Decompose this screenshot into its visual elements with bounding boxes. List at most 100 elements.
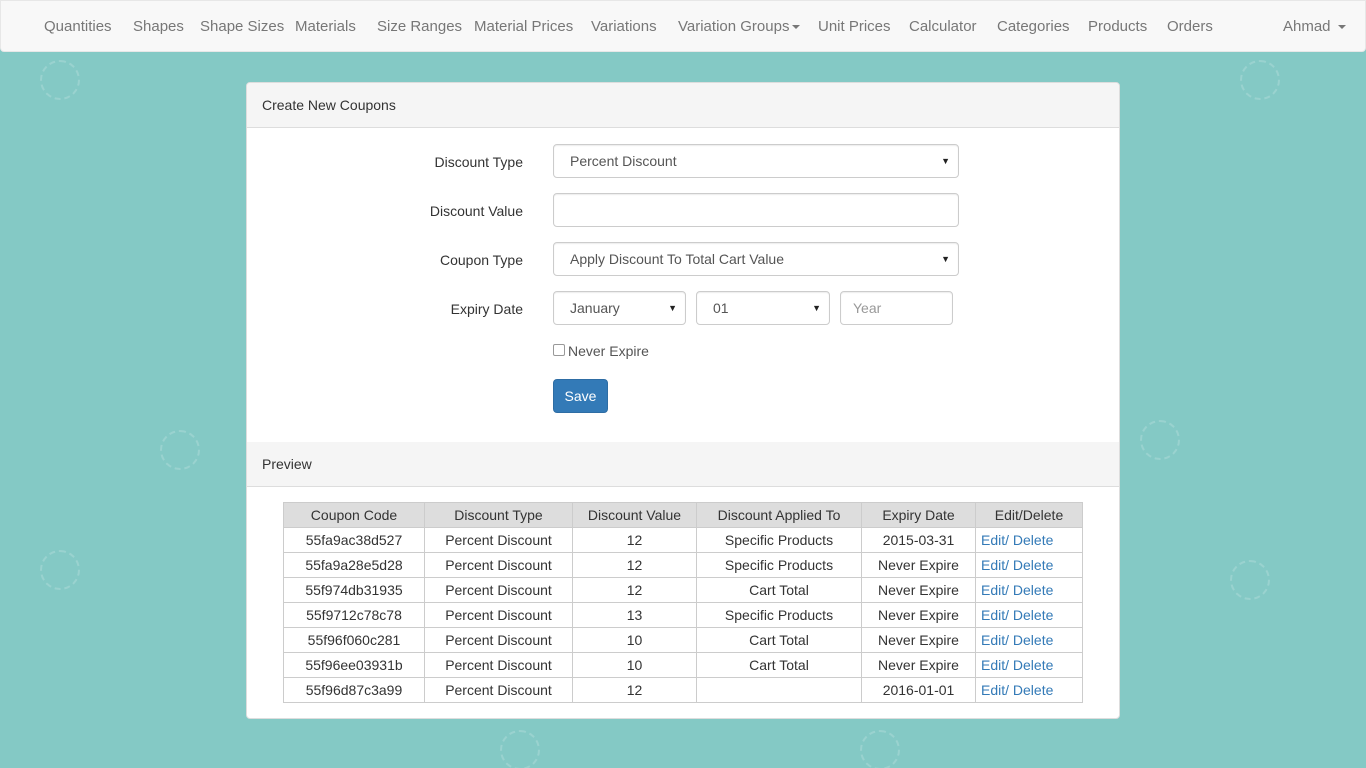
cell-expiry-date: Never Expire (861, 577, 976, 603)
user-name: Ahmad (1283, 18, 1331, 35)
column-header-expiry-date: Expiry Date (861, 502, 976, 528)
table-row: 55fa9a28e5d28 Percent Discount 12 Specif… (283, 552, 1083, 578)
cell-expiry-date: Never Expire (861, 627, 976, 653)
cell-actions: Edit/ Delete (975, 652, 1083, 678)
column-header-edit-delete: Edit/Delete (975, 502, 1083, 528)
column-header-coupon-code: Coupon Code (283, 502, 425, 528)
dropdown-arrow-icon: ▼ (941, 156, 950, 166)
edit-link[interactable]: Edit/ (981, 632, 1009, 648)
create-coupons-heading: Create New Coupons (247, 83, 1119, 128)
table-header-row: Coupon Code Discount Type Discount Value… (283, 502, 1083, 528)
coupons-table-wrapper: Coupon Code Discount Type Discount Value… (283, 502, 1083, 703)
cell-expiry-date: Never Expire (861, 652, 976, 678)
cell-actions: Edit/ Delete (975, 577, 1083, 603)
discount-value-label: Discount Value (429, 203, 523, 219)
delete-link[interactable]: Delete (1013, 682, 1053, 698)
nav-item-shape-sizes[interactable]: Shape Sizes (200, 1, 284, 53)
never-expire-checkbox[interactable] (553, 344, 565, 356)
cell-coupon-code: 55f96ee03931b (283, 652, 425, 678)
nav-item-calculator[interactable]: Calculator (909, 1, 977, 53)
nav-item-size-ranges[interactable]: Size Ranges (377, 1, 462, 53)
cell-applied-to: Specific Products (696, 602, 862, 628)
coupon-type-label: Coupon Type (439, 252, 523, 268)
cell-discount-value: 12 (572, 527, 697, 553)
nav-item-orders[interactable]: Orders (1167, 1, 1213, 53)
delete-link[interactable]: Delete (1013, 532, 1053, 548)
column-header-discount-type: Discount Type (424, 502, 573, 528)
user-menu[interactable]: Ahmad (1283, 1, 1346, 53)
cell-coupon-code: 55f974db31935 (283, 577, 425, 603)
cell-discount-type: Percent Discount (424, 602, 573, 628)
cell-discount-type: Percent Discount (424, 577, 573, 603)
cell-coupon-code: 55f9712c78c78 (283, 602, 425, 628)
cell-discount-value: 10 (572, 652, 697, 678)
edit-link[interactable]: Edit/ (981, 607, 1009, 623)
cell-expiry-date: Never Expire (861, 552, 976, 578)
cell-applied-to: Cart Total (696, 652, 862, 678)
edit-link[interactable]: Edit/ (981, 582, 1009, 598)
cell-actions: Edit/ Delete (975, 677, 1083, 703)
nav-item-variation-groups-label: Variation Groups (678, 18, 790, 35)
cell-actions: Edit/ Delete (975, 552, 1083, 578)
column-header-discount-value: Discount Value (572, 502, 697, 528)
table-row: 55fa9ac38d527 Percent Discount 12 Specif… (283, 527, 1083, 553)
cell-discount-type: Percent Discount (424, 527, 573, 553)
cell-expiry-date: Never Expire (861, 602, 976, 628)
nav-item-shapes[interactable]: Shapes (133, 1, 184, 53)
edit-link[interactable]: Edit/ (981, 657, 1009, 673)
nav-item-quantities[interactable]: Quantities (44, 1, 112, 53)
cell-applied-to: Cart Total (696, 627, 862, 653)
expiry-year-input[interactable]: Year (840, 291, 953, 325)
nav-item-materials[interactable]: Materials (295, 1, 356, 53)
cell-applied-to: Cart Total (696, 577, 862, 603)
edit-link[interactable]: Edit/ (981, 557, 1009, 573)
nav-item-products[interactable]: Products (1088, 1, 1147, 53)
cell-discount-value: 12 (572, 677, 697, 703)
table-row: 55f974db31935 Percent Discount 12 Cart T… (283, 577, 1083, 603)
table-row: 55f9712c78c78 Percent Discount 13 Specif… (283, 602, 1083, 628)
dropdown-arrow-icon: ▼ (668, 303, 677, 313)
cell-discount-value: 12 (572, 577, 697, 603)
coupon-type-select[interactable]: Apply Discount To Total Cart Value ▼ (553, 242, 959, 276)
cell-discount-value: 13 (572, 602, 697, 628)
cell-expiry-date: 2016-01-01 (861, 677, 976, 703)
dropdown-arrow-icon: ▼ (812, 303, 821, 313)
cell-discount-value: 10 (572, 627, 697, 653)
edit-link[interactable]: Edit/ (981, 682, 1009, 698)
discount-value-input[interactable] (553, 193, 959, 227)
cell-coupon-code: 55fa9a28e5d28 (283, 552, 425, 578)
discount-type-value: Percent Discount (570, 153, 677, 169)
discount-type-select[interactable]: Percent Discount ▼ (553, 144, 959, 178)
expiry-day-select[interactable]: 01 ▼ (696, 291, 830, 325)
cell-discount-type: Percent Discount (424, 677, 573, 703)
nav-item-variation-groups[interactable]: Variation Groups (678, 1, 801, 53)
cell-applied-to (696, 677, 862, 703)
edit-link[interactable]: Edit/ (981, 532, 1009, 548)
expiry-month-value: January (570, 300, 620, 316)
chevron-down-icon (1337, 25, 1346, 30)
cell-actions: Edit/ Delete (975, 602, 1083, 628)
column-header-discount-applied-to: Discount Applied To (696, 502, 862, 528)
dropdown-arrow-icon: ▼ (941, 254, 950, 264)
expiry-month-select[interactable]: January ▼ (553, 291, 686, 325)
nav-item-unit-prices[interactable]: Unit Prices (818, 1, 891, 53)
cell-actions: Edit/ Delete (975, 527, 1083, 553)
nav-item-categories[interactable]: Categories (997, 1, 1070, 53)
cell-actions: Edit/ Delete (975, 627, 1083, 653)
delete-link[interactable]: Delete (1013, 657, 1053, 673)
cell-discount-value: 12 (572, 552, 697, 578)
table-row: 55f96ee03931b Percent Discount 10 Cart T… (283, 652, 1083, 678)
cell-applied-to: Specific Products (696, 527, 862, 553)
delete-link[interactable]: Delete (1013, 557, 1053, 573)
delete-link[interactable]: Delete (1013, 632, 1053, 648)
nav-item-material-prices[interactable]: Material Prices (474, 1, 573, 53)
expiry-date-label: Expiry Date (450, 301, 523, 317)
expiry-day-value: 01 (713, 300, 729, 316)
nav-item-variations[interactable]: Variations (591, 1, 657, 53)
coupon-type-value: Apply Discount To Total Cart Value (570, 251, 785, 267)
delete-link[interactable]: Delete (1013, 607, 1053, 623)
chevron-down-icon (792, 25, 801, 30)
delete-link[interactable]: Delete (1013, 582, 1053, 598)
save-button[interactable]: Save (553, 379, 608, 413)
never-expire-label[interactable]: Never Expire (568, 343, 649, 359)
